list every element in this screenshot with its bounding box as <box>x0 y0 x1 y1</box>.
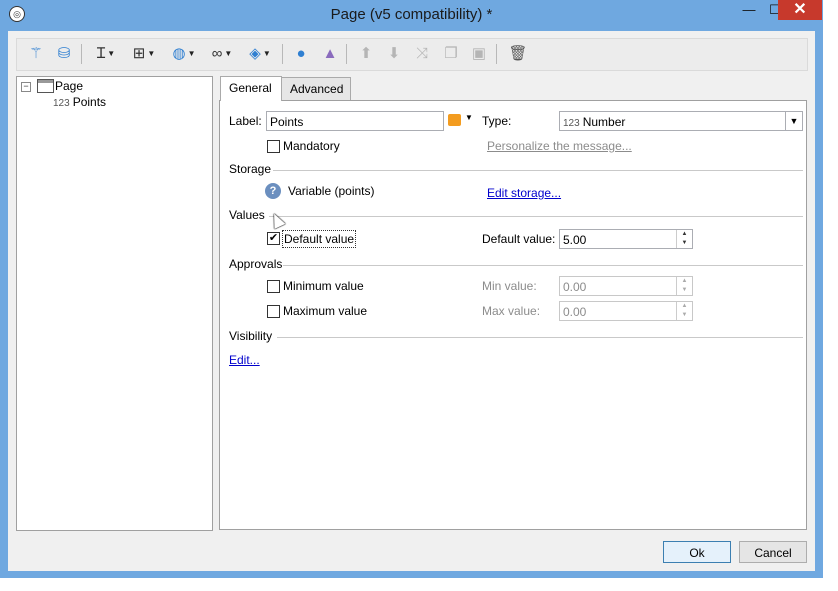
toolbar: ⚚ ⛁ Ɪ ▼ ⊞ ▼ ◍ ▼ ∞ ▼ ◈ ▼ ● ▲ ⬆ ⬇ ⤨ ❐ ▣ 🗑 <box>16 38 808 71</box>
maximum-value-checkbox[interactable] <box>267 305 280 318</box>
tree-item-points[interactable]: 123 Points <box>53 94 203 110</box>
chevron-down-icon[interactable]: ▼ <box>785 112 802 130</box>
toolbar-separator <box>496 44 497 64</box>
type-select[interactable]: 123 Number ▼ <box>559 111 803 131</box>
copy-icon[interactable]: ❐ <box>440 43 462 65</box>
tree-item-page[interactable]: − Page <box>17 78 207 94</box>
chevron-down-icon[interactable]: ▼ <box>465 113 473 122</box>
mandatory-label: Mandatory <box>283 139 340 153</box>
arrow-down-icon[interactable]: ⬇ <box>383 43 405 65</box>
wand-icon[interactable]: ⚚ <box>25 43 47 65</box>
type-select-value: Number <box>582 115 626 129</box>
edit-storage-link[interactable]: Edit storage... <box>487 185 561 201</box>
ok-button[interactable]: Ok <box>663 541 731 563</box>
storage-variable-text: Variable (points) <box>288 184 375 198</box>
trash-icon[interactable]: 🗑 <box>507 43 529 65</box>
collapse-icon[interactable]: − <box>21 82 31 92</box>
dialog-window: ◎ Page (v5 compatibility) * — ☐ ✕ ⚚ ⛁ Ɪ ▼… <box>0 0 823 578</box>
spin-arrows-icon[interactable]: ▲ ▼ <box>676 230 692 248</box>
default-value-text: 5.00 <box>563 233 587 247</box>
section-divider <box>273 170 803 171</box>
maximum-value-label: Maximum value <box>283 304 368 318</box>
number-type-icon: 123 <box>563 118 580 129</box>
section-divider <box>283 265 803 266</box>
tree-item-label: Page <box>55 79 84 93</box>
default-value-caption: Default value: <box>482 232 556 246</box>
tree-item-label: Points <box>72 95 107 109</box>
default-value-input[interactable]: 5.00 ▲ ▼ <box>559 229 693 249</box>
paste-icon[interactable]: ▣ <box>468 43 490 65</box>
spin-arrows-icon[interactable]: ▲ ▼ <box>676 302 692 320</box>
text-cursor-icon[interactable]: Ɪ ▼ <box>89 43 123 65</box>
shapes-icon[interactable]: ▲ <box>319 43 341 65</box>
structure-tree[interactable]: − Page 123 Points <box>16 76 213 531</box>
database-icon[interactable]: ⛁ <box>53 43 75 65</box>
max-value-input[interactable]: 0.00 ▲ ▼ <box>559 301 693 321</box>
window-title: Page (v5 compatibility) * <box>330 6 493 23</box>
text-editor-icon[interactable] <box>448 114 461 126</box>
storage-section-title: Storage <box>229 162 272 176</box>
chevron-down-icon[interactable]: ▼ <box>188 49 196 58</box>
label-caption: Label: <box>229 114 262 128</box>
min-value-text: 0.00 <box>563 280 587 294</box>
tab-general[interactable]: General <box>220 76 282 101</box>
link-icon[interactable]: ∞ ▼ <box>205 43 239 65</box>
toolbar-separator <box>282 44 283 64</box>
person-icon[interactable]: ● <box>290 43 312 65</box>
personalize-message-link[interactable]: Personalize the message... <box>487 138 632 154</box>
chevron-down-icon[interactable]: ▼ <box>263 49 271 58</box>
visibility-section-title: Visibility <box>229 329 273 343</box>
max-value-text: 0.00 <box>563 305 587 319</box>
tab-advanced[interactable]: Advanced <box>281 77 351 100</box>
default-value-checkbox[interactable]: ✔ <box>267 232 280 245</box>
dialog-client-area: ⚚ ⛁ Ɪ ▼ ⊞ ▼ ◍ ▼ ∞ ▼ ◈ ▼ ● ▲ ⬆ ⬇ ⤨ ❐ ▣ 🗑 − Pa <box>8 31 815 571</box>
min-value-input[interactable]: 0.00 ▲ ▼ <box>559 276 693 296</box>
type-caption: Type: <box>482 114 512 128</box>
edit-visibility-link[interactable]: Edit... <box>229 352 260 368</box>
chevron-down-icon[interactable]: ▼ <box>224 49 232 58</box>
page-icon <box>37 79 54 93</box>
default-value-check-label: Default value <box>282 230 357 248</box>
values-section-title: Values <box>229 208 265 222</box>
approvals-section-title: Approvals <box>229 257 283 271</box>
form-icon[interactable]: ⊞ ▼ <box>127 43 161 65</box>
chevron-down-icon[interactable]: ▼ <box>147 49 155 58</box>
section-divider <box>269 216 803 217</box>
chevron-down-icon[interactable]: ▼ <box>107 49 115 58</box>
package-icon[interactable]: ◈ ▼ <box>243 43 277 65</box>
general-panel: Label: Points ▼ Type: 123 Number ▼ Mandat… <box>219 100 807 530</box>
help-icon: ? <box>265 183 281 199</box>
max-value-caption: Max value: <box>482 304 541 318</box>
label-input[interactable]: Points <box>266 111 444 131</box>
minimum-value-label: Minimum value <box>283 279 364 293</box>
section-divider <box>277 337 803 338</box>
mandatory-checkbox[interactable] <box>267 140 280 153</box>
min-value-caption: Min value: <box>482 279 537 293</box>
minimum-value-checkbox[interactable] <box>267 280 280 293</box>
arrow-up-icon[interactable]: ⬆ <box>355 43 377 65</box>
globe-icon[interactable]: ◍ ▼ <box>167 43 201 65</box>
title-bar[interactable]: ◎ Page (v5 compatibility) * — ☐ ✕ <box>0 0 823 30</box>
number-type-icon: 123 <box>53 98 70 109</box>
cancel-button[interactable]: Cancel <box>739 541 807 563</box>
close-button[interactable]: ✕ <box>778 0 822 20</box>
toolbar-separator <box>81 44 82 64</box>
spin-arrows-icon[interactable]: ▲ ▼ <box>676 277 692 295</box>
shuffle-icon[interactable]: ⤨ <box>411 43 433 65</box>
toolbar-separator <box>346 44 347 64</box>
